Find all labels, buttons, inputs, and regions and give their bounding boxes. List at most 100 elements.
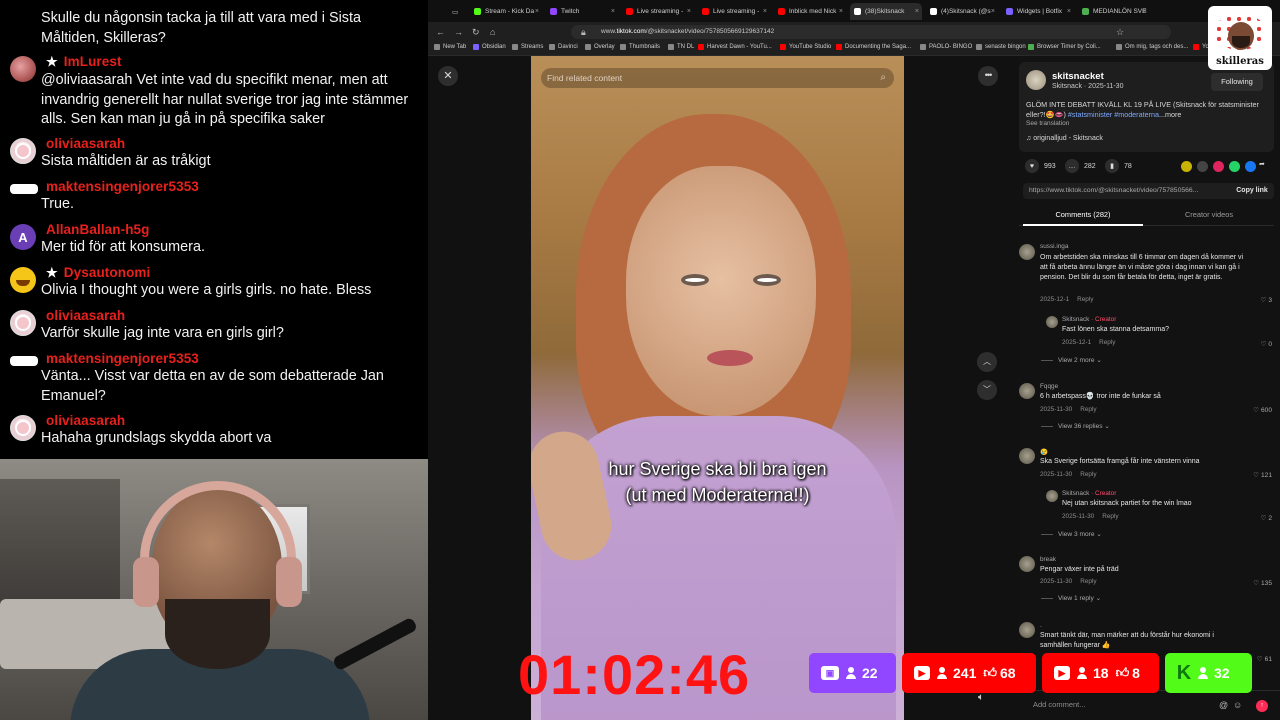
bookmark-item[interactable]: Overlay xyxy=(585,44,615,50)
address-bar[interactable]: www.tiktok.com/@skitsnacket/video/757850… xyxy=(571,25,1171,39)
save-button[interactable]: ▮ 78 xyxy=(1105,159,1132,173)
sound-link[interactable]: ♫ originalljud - Skitsnack xyxy=(1026,135,1103,142)
close-icon[interactable]: × xyxy=(839,8,843,15)
video-player[interactable]: Find related content ⌕ hur Sverige ska b… xyxy=(531,56,904,720)
bookmark-item[interactable]: PAOLO- BINGO xyxy=(920,44,972,50)
bookmark-item[interactable]: YouTube Studio xyxy=(780,44,831,50)
comment-button[interactable]: … 282 xyxy=(1065,159,1096,173)
find-related-input[interactable]: Find related content ⌕ xyxy=(541,68,894,88)
avatar[interactable] xyxy=(1019,448,1035,464)
reply-link[interactable]: Reply xyxy=(1099,339,1115,346)
reply-link[interactable]: Reply xyxy=(1102,513,1118,520)
reply-link[interactable]: Reply xyxy=(1077,296,1093,303)
close-icon[interactable]: × xyxy=(611,8,615,15)
comment-like[interactable]: ♡ 3 xyxy=(1261,296,1272,304)
lock-icon[interactable]: 🔒︎ xyxy=(581,27,586,38)
search-icon[interactable]: ⌕ xyxy=(880,68,886,88)
comment-like[interactable]: ♡ 600 xyxy=(1253,406,1272,414)
browser-tab[interactable]: (4)Skitsnack (@s × xyxy=(926,3,998,20)
post-comment-icon[interactable]: ↑ xyxy=(1256,700,1268,712)
volume-icon[interactable]: 🔈︎ xyxy=(978,692,984,703)
hashtags[interactable]: #statsminister #moderaterna xyxy=(1068,110,1159,119)
facebook-icon[interactable] xyxy=(1245,161,1256,172)
share-option-icon[interactable] xyxy=(1213,161,1224,172)
bookmark-item[interactable]: Documenting the Saga... xyxy=(836,44,911,50)
more-link[interactable]: ...more xyxy=(1159,110,1181,119)
comment-username[interactable]: 😢 xyxy=(1040,448,1048,456)
browser-tab[interactable]: Live streaming - × xyxy=(622,3,694,20)
view-more-replies[interactable]: View 1 reply ⌄ xyxy=(1041,594,1101,602)
comment-like[interactable]: ♡ 0 xyxy=(1261,340,1272,348)
bookmark-item[interactable]: senaste bingon xyxy=(976,44,1026,50)
creator-name[interactable]: skitsnacket xyxy=(1052,71,1104,82)
bookmark-item[interactable]: Davinci xyxy=(549,44,578,50)
avatar[interactable] xyxy=(1019,622,1035,638)
view-more-replies[interactable]: View 2 more ⌄ xyxy=(1041,356,1102,364)
comment-username[interactable]: break xyxy=(1040,556,1056,563)
close-icon[interactable]: × xyxy=(763,8,767,15)
avatar[interactable] xyxy=(1026,70,1046,90)
tab-creator-videos[interactable]: Creator videos xyxy=(1149,210,1269,219)
browser-tab[interactable]: Live streaming - × xyxy=(698,3,770,20)
emoji-icon[interactable]: ☺ xyxy=(1233,700,1242,710)
bookmark-star-icon[interactable]: ☆ xyxy=(1116,27,1124,38)
comment-like[interactable]: ♡ 61 xyxy=(1257,655,1272,663)
chevron-up-icon[interactable]: ︿ xyxy=(977,352,997,372)
bookmark-item[interactable]: Obsidian xyxy=(473,44,506,50)
reply-link[interactable]: Reply xyxy=(1080,578,1096,585)
like-button[interactable]: ♥ 993 xyxy=(1025,159,1056,173)
browser-tab[interactable]: Stream - Kick Da × xyxy=(470,3,542,20)
tab-comments[interactable]: Comments (282) xyxy=(1023,210,1143,219)
avatar[interactable] xyxy=(1046,316,1058,328)
reload-icon[interactable]: ↻ xyxy=(472,27,480,38)
comment-username[interactable]: . xyxy=(1040,622,1042,629)
mention-icon[interactable]: @ xyxy=(1219,700,1228,710)
share-arrow-icon[interactable]: ➦ xyxy=(1259,160,1265,168)
more-options-button[interactable]: ••• xyxy=(978,66,998,86)
reply-link[interactable]: Reply xyxy=(1080,471,1096,478)
avatar[interactable] xyxy=(1046,490,1058,502)
browser-tab[interactable]: Widgets | Botfix × xyxy=(1002,3,1074,20)
comment-username[interactable]: Skitsnack · Creator xyxy=(1062,490,1116,497)
home-icon[interactable]: ⌂ xyxy=(490,27,495,37)
close-button[interactable]: ✕ xyxy=(438,66,458,86)
avatar[interactable] xyxy=(1019,244,1035,260)
close-icon[interactable]: × xyxy=(687,8,691,15)
bookmark-item[interactable]: TN DL xyxy=(668,44,694,50)
share-option-icon[interactable] xyxy=(1181,161,1192,172)
bookmark-item[interactable]: Harvest Dawn - YouTu... xyxy=(698,44,772,50)
bookmark-item[interactable]: Browser Timer by Coli... xyxy=(1028,44,1101,50)
browser-tab-active[interactable]: (38)Skitsnack × xyxy=(850,3,922,20)
see-translation-link[interactable]: See translation xyxy=(1026,120,1069,127)
browser-tab[interactable]: MEDIANLÖN SVE × xyxy=(1078,3,1150,20)
avatar[interactable] xyxy=(1019,556,1035,572)
bookmark-item[interactable]: Om mig, tags och des... xyxy=(1116,44,1188,50)
comment-username[interactable]: Fqqge xyxy=(1040,383,1058,390)
close-icon[interactable]: × xyxy=(535,8,539,15)
close-icon[interactable]: × xyxy=(915,8,919,15)
back-icon[interactable]: ← xyxy=(436,27,445,37)
whatsapp-icon[interactable] xyxy=(1229,161,1240,172)
forward-icon[interactable]: → xyxy=(454,27,463,37)
chevron-down-icon[interactable]: ﹀ xyxy=(977,380,997,400)
bookmark-item[interactable]: New Tab xyxy=(434,44,466,50)
bookmark-item[interactable]: Streams xyxy=(512,44,543,50)
add-comment-input[interactable]: Add comment... xyxy=(1033,697,1243,713)
comment-like[interactable]: ♡ 2 xyxy=(1261,514,1272,522)
embed-icon[interactable] xyxy=(1197,161,1208,172)
browser-tab[interactable]: Inblick med Nick × xyxy=(774,3,846,20)
avatar[interactable] xyxy=(1019,383,1035,399)
following-button[interactable]: Following xyxy=(1211,73,1263,91)
reply-link[interactable]: Reply xyxy=(1080,406,1096,413)
comment-username[interactable]: sussi.inga xyxy=(1040,243,1068,250)
browser-tab[interactable]: Twitch × xyxy=(546,3,618,20)
tab-list-icon[interactable]: ▭ xyxy=(448,3,460,20)
comment-like[interactable]: ♡ 121 xyxy=(1253,471,1272,479)
close-icon[interactable]: × xyxy=(991,8,995,15)
close-icon[interactable]: × xyxy=(1143,8,1147,15)
bookmark-item[interactable]: Thumbnails xyxy=(620,44,660,50)
close-icon[interactable]: × xyxy=(1067,8,1071,15)
comment-username[interactable]: Skitsnack · Creator xyxy=(1062,316,1116,323)
video-link-field[interactable]: https://www.tiktok.com/@skitsnacket/vide… xyxy=(1023,183,1274,199)
comment-like[interactable]: ♡ 135 xyxy=(1253,579,1272,587)
